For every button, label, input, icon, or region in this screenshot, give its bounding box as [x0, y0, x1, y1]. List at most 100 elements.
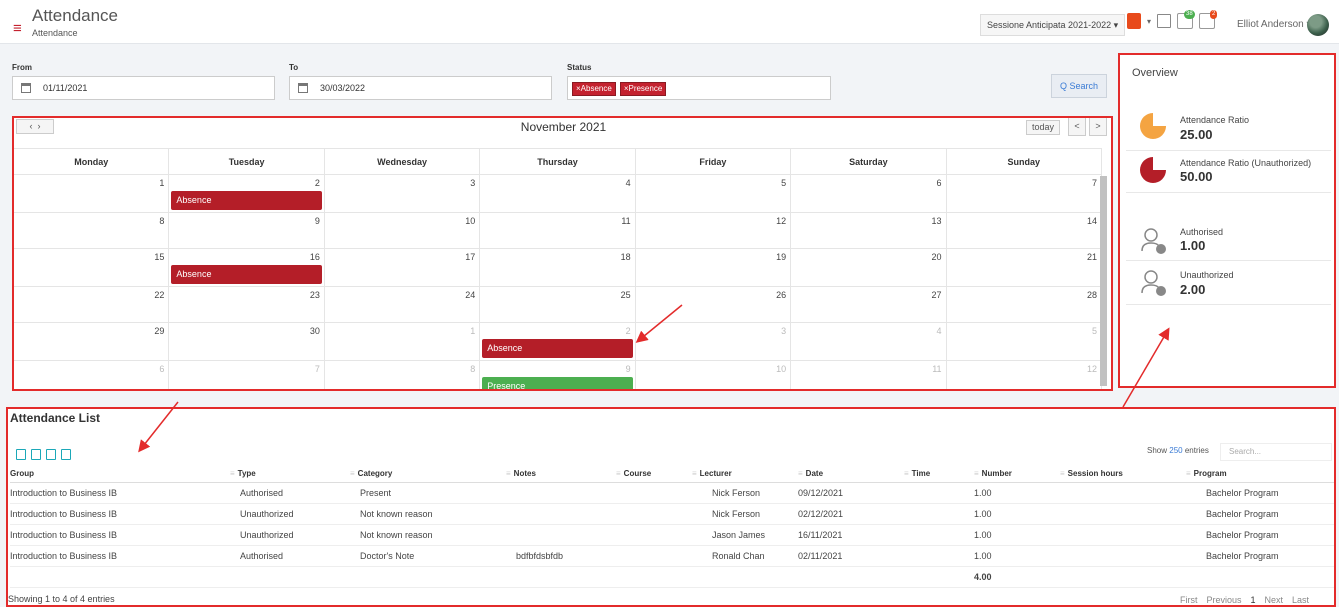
- calendar-event[interactable]: Presence: [482, 377, 633, 389]
- table-search-input[interactable]: Search...: [1220, 443, 1332, 461]
- column-header[interactable]: ≡ Time: [904, 465, 974, 483]
- status-chip-absence[interactable]: ×Absence: [572, 82, 616, 96]
- calendar-day[interactable]: 10: [636, 361, 792, 389]
- calendar-day[interactable]: 14: [947, 213, 1102, 248]
- calendar-day[interactable]: 5: [636, 175, 792, 212]
- calendar-day[interactable]: 6: [14, 361, 170, 389]
- calendar-day[interactable]: 3: [636, 323, 792, 360]
- calendar-day[interactable]: 5: [947, 323, 1102, 360]
- office-icon[interactable]: [1127, 13, 1141, 29]
- column-header[interactable]: ≡ Session hours: [1060, 465, 1186, 483]
- calendar-day[interactable]: 22: [14, 287, 170, 322]
- day-number: 3: [781, 326, 787, 336]
- notifications-icon[interactable]: 38: [1177, 10, 1195, 29]
- calendar-day[interactable]: 26: [636, 287, 792, 322]
- calendar-day[interactable]: 4: [791, 323, 947, 360]
- calendar-day[interactable]: 2 Absence: [169, 175, 325, 212]
- previous-page-button[interactable]: Previous: [1207, 595, 1242, 605]
- column-header[interactable]: Group: [10, 465, 230, 483]
- weekday-header: Monday Tuesday Wednesday Thursday Friday…: [14, 148, 1102, 175]
- first-page-button[interactable]: First: [1180, 595, 1198, 605]
- calendar-day[interactable]: 13: [791, 213, 947, 248]
- calendar-day[interactable]: 1: [14, 175, 170, 212]
- calendar-day[interactable]: 3: [325, 175, 481, 212]
- prev-month-button[interactable]: <: [1068, 118, 1086, 136]
- calendar-day[interactable]: 12: [636, 213, 792, 248]
- menu-icon[interactable]: ≡: [13, 21, 22, 36]
- table-cell: Introduction to Business IB: [10, 503, 230, 525]
- calendar-day[interactable]: 15: [14, 249, 170, 286]
- calendar-day[interactable]: 28: [947, 287, 1102, 322]
- calendar-day[interactable]: 11: [791, 361, 947, 389]
- day-number: 12: [776, 216, 787, 226]
- calendar-event[interactable]: Absence: [482, 339, 633, 358]
- calendar-day[interactable]: 4: [480, 175, 636, 212]
- next-page-button[interactable]: Next: [1265, 595, 1284, 605]
- column-header[interactable]: ≡ Notes: [506, 465, 616, 483]
- column-header[interactable]: ≡ Lecturer: [692, 465, 798, 483]
- user-name[interactable]: Elliot Anderson ▾: [1237, 19, 1312, 30]
- page-1-button[interactable]: 1: [1251, 595, 1256, 605]
- calendar-day[interactable]: 9 Presence: [480, 361, 636, 389]
- calendar-scrollbar[interactable]: [1100, 176, 1107, 386]
- calendar-day[interactable]: 10: [325, 213, 481, 248]
- to-date-field[interactable]: 30/03/2022: [289, 76, 552, 100]
- calendar-day[interactable]: 16 Absence: [169, 249, 325, 286]
- calendar-day[interactable]: 25: [480, 287, 636, 322]
- copy-icon[interactable]: [61, 449, 71, 460]
- calendar-day[interactable]: 2 Absence: [480, 323, 636, 360]
- calendar-day[interactable]: 8: [14, 213, 170, 248]
- chevron-down-icon[interactable]: ▾: [1147, 17, 1151, 26]
- status-chip-presence[interactable]: ×Presence: [619, 82, 667, 96]
- table-row[interactable]: Introduction to Business IB Authorised Doc…: [10, 545, 1334, 567]
- calendar-day[interactable]: 11: [480, 213, 636, 248]
- print-icon[interactable]: [16, 449, 26, 460]
- column-header[interactable]: ≡ Type: [230, 465, 350, 483]
- column-header[interactable]: ≡ Course: [616, 465, 692, 483]
- calendar-day[interactable]: 20: [791, 249, 947, 286]
- calendar-day[interactable]: 12: [947, 361, 1102, 389]
- calendar-day[interactable]: 21: [947, 249, 1102, 286]
- column-header[interactable]: ≡ Program: [1186, 465, 1334, 483]
- calendar-day[interactable]: 29: [14, 323, 170, 360]
- avatar[interactable]: [1307, 14, 1329, 36]
- search-button[interactable]: Q Search: [1051, 74, 1107, 98]
- next-month-button[interactable]: >: [1089, 118, 1107, 136]
- calendar-day[interactable]: 7: [947, 175, 1102, 212]
- flag-icon[interactable]: [1157, 14, 1172, 28]
- table-row[interactable]: Introduction to Business IB Unauthorized N…: [10, 503, 1334, 525]
- table-total-row: 4.00: [10, 566, 1334, 588]
- calendar-day[interactable]: 7: [169, 361, 325, 389]
- calendar-day[interactable]: 18: [480, 249, 636, 286]
- calendar-day[interactable]: 1: [325, 323, 481, 360]
- day-number: 29: [154, 326, 165, 336]
- calendar-day[interactable]: 19: [636, 249, 792, 286]
- pdf-icon[interactable]: [46, 449, 56, 460]
- table-row[interactable]: Introduction to Business IB Unauthorized N…: [10, 524, 1334, 546]
- calendar-day[interactable]: 8: [325, 361, 481, 389]
- calendar-day[interactable]: 24: [325, 287, 481, 322]
- calendar-day[interactable]: 23: [169, 287, 325, 322]
- column-header[interactable]: ≡ Number: [974, 465, 1060, 483]
- session-select[interactable]: Sessione Anticipata 2021-2022 ▾: [980, 14, 1126, 36]
- table-row[interactable]: Introduction to Business IB Authorised Pre…: [10, 482, 1334, 504]
- mail-icon[interactable]: 2: [1199, 10, 1218, 29]
- last-page-button[interactable]: Last: [1292, 595, 1309, 605]
- calendar-day[interactable]: 9: [169, 213, 325, 248]
- table-cell: 09/12/2021: [798, 482, 904, 504]
- column-header[interactable]: ≡ Category: [350, 465, 506, 483]
- overview-item: Attendance Ratio 25.00: [1126, 105, 1331, 151]
- status-multiselect[interactable]: ×Absence ×Presence: [567, 76, 831, 100]
- calendar-event[interactable]: Absence: [171, 191, 322, 210]
- calendar-day[interactable]: 6: [791, 175, 947, 212]
- calendar-event[interactable]: Absence: [171, 265, 322, 284]
- today-button[interactable]: today: [1026, 120, 1060, 135]
- total-number: 4.00: [974, 566, 1060, 588]
- page-length-select[interactable]: Show 250 entries: [1147, 446, 1209, 455]
- calendar-day[interactable]: 30: [169, 323, 325, 360]
- excel-icon[interactable]: [31, 449, 41, 460]
- column-header[interactable]: ≡ Date: [798, 465, 904, 483]
- calendar-day[interactable]: 17: [325, 249, 481, 286]
- calendar-day[interactable]: 27: [791, 287, 947, 322]
- from-date-field[interactable]: 01/11/2021: [12, 76, 275, 100]
